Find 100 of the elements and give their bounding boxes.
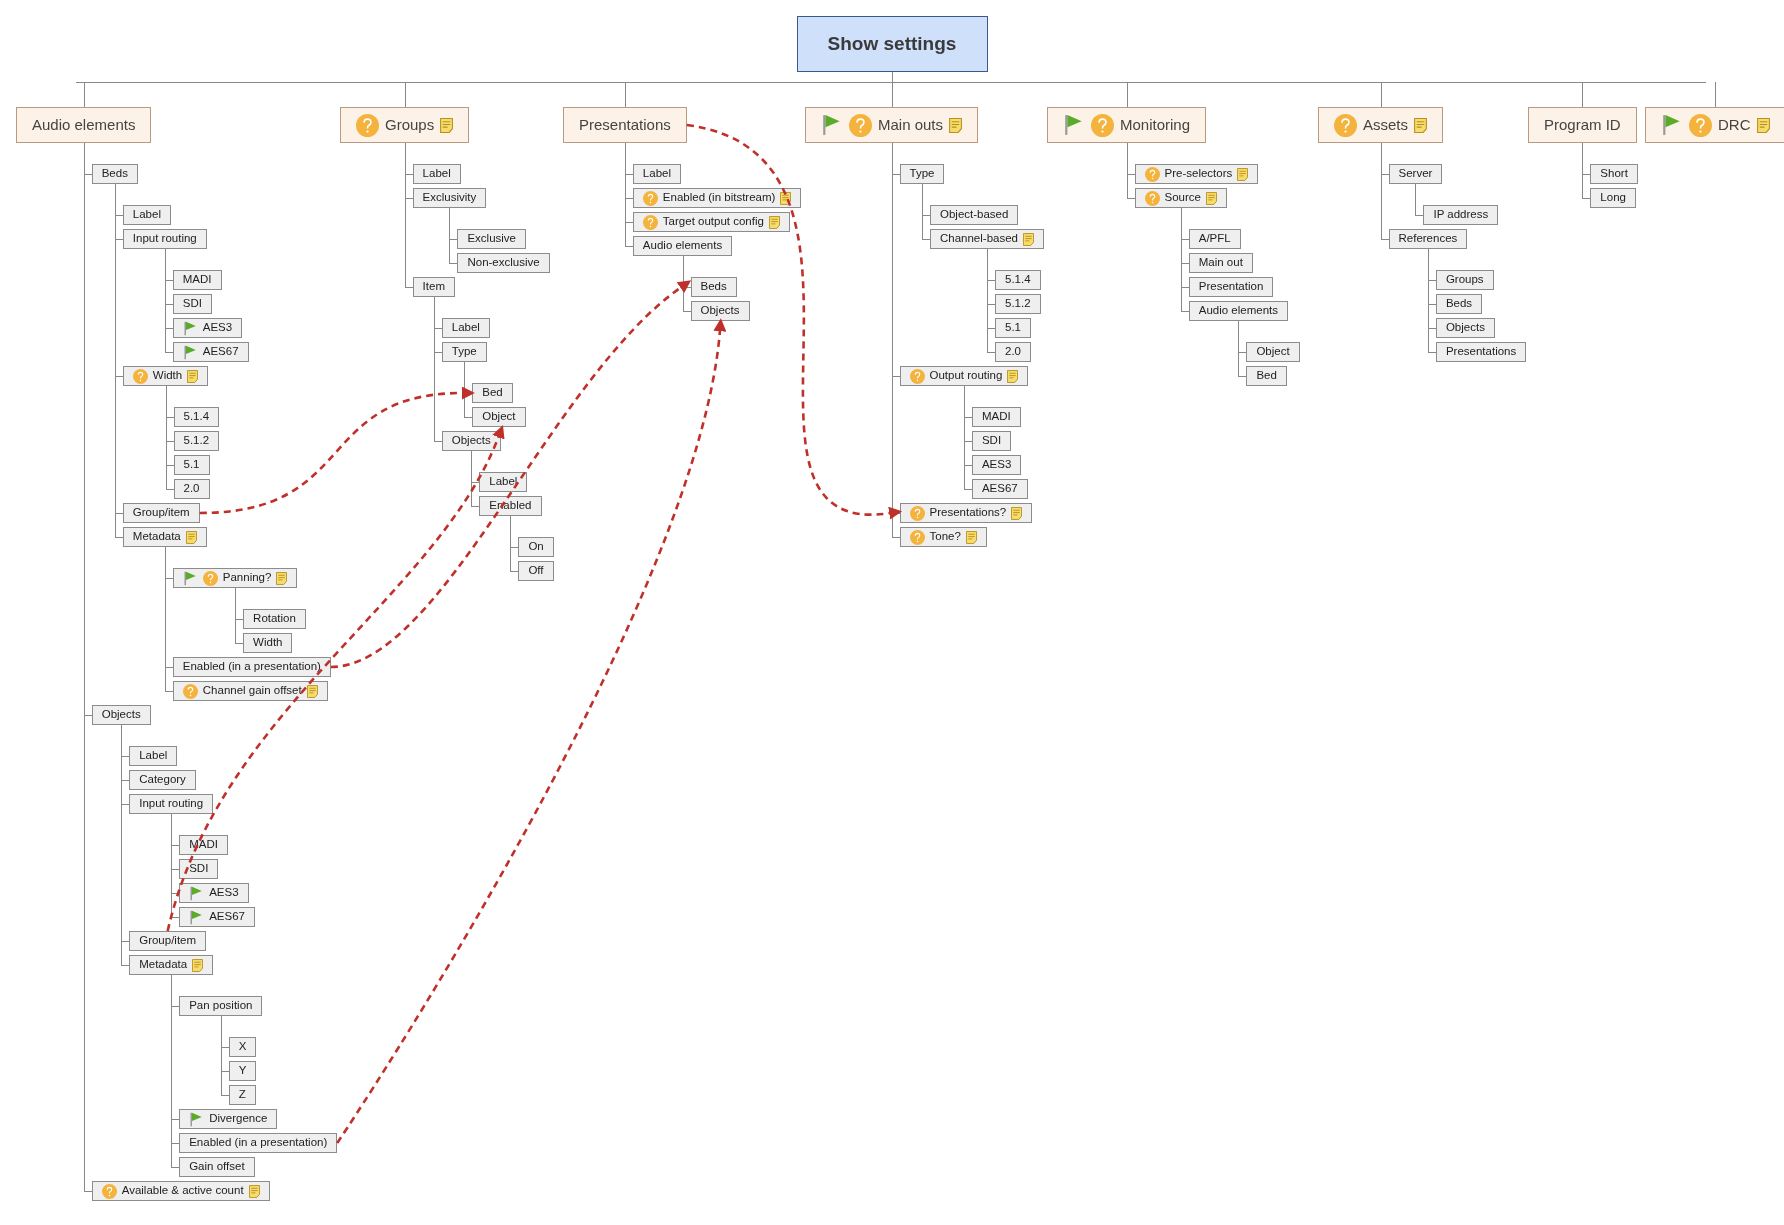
subtopic[interactable]: Input routing xyxy=(122,229,207,249)
subtopic[interactable]: AES3 xyxy=(172,318,243,338)
subtopic[interactable]: Tone? xyxy=(899,527,987,547)
subtopic[interactable]: Y xyxy=(228,1061,257,1081)
subtopic[interactable]: 5.1 xyxy=(995,318,1031,338)
subtopic[interactable]: On xyxy=(518,537,554,557)
main-topic[interactable]: Program ID xyxy=(1528,107,1637,143)
subtopic[interactable]: 2.0 xyxy=(173,479,210,499)
main-topic[interactable]: Main outs xyxy=(805,107,979,143)
subtopic[interactable]: Objects xyxy=(1435,318,1495,338)
subtopic[interactable]: Label xyxy=(129,746,178,766)
subtopic[interactable]: 5.1.2 xyxy=(173,431,220,451)
main-topic[interactable]: Presentations xyxy=(563,107,687,143)
subtopic[interactable]: Label xyxy=(441,318,490,338)
subtopic[interactable]: Enabled (in bitstream) xyxy=(632,188,802,208)
subtopic[interactable]: Main out xyxy=(1188,253,1253,273)
subtopic[interactable]: 5.1.2 xyxy=(995,294,1041,314)
subtopic[interactable]: Channel gain offset xyxy=(172,681,328,701)
subtopic[interactable]: AES67 xyxy=(971,479,1028,499)
main-topic[interactable]: Assets xyxy=(1318,107,1443,143)
subtopic[interactable]: Beds xyxy=(91,164,138,184)
subtopic[interactable]: SDI xyxy=(971,431,1012,451)
subtopic[interactable]: Audio elements xyxy=(632,236,733,256)
subtopic[interactable]: MADI xyxy=(172,270,222,290)
subtopic[interactable]: Output routing xyxy=(899,366,1029,386)
subtopic[interactable]: Presentation xyxy=(1188,277,1274,297)
subtopic[interactable]: Label xyxy=(479,472,528,492)
subtopic[interactable]: 5.1 xyxy=(173,455,210,475)
subtopic[interactable]: Bed xyxy=(472,383,513,403)
subtopic[interactable]: Rotation xyxy=(243,609,306,629)
subtopic[interactable]: Long xyxy=(1590,188,1636,208)
subtopic[interactable]: Object xyxy=(472,407,526,427)
subtopic[interactable]: Objects xyxy=(91,705,151,725)
subtopic[interactable]: MADI xyxy=(179,835,228,855)
subtopic[interactable]: Enabled xyxy=(479,496,542,516)
subtopic[interactable]: Type xyxy=(899,164,945,184)
subtopic[interactable]: Exclusivity xyxy=(412,188,487,208)
subtopic[interactable]: Target output config xyxy=(632,212,790,232)
subtopic[interactable]: Off xyxy=(518,561,554,581)
subtopic[interactable]: Type xyxy=(441,342,487,362)
subtopic[interactable]: Source xyxy=(1134,188,1227,208)
subtopic[interactable]: Available & active count xyxy=(91,1181,270,1201)
subtopic[interactable]: SDI xyxy=(172,294,212,314)
subtopic[interactable]: Bed xyxy=(1246,366,1287,386)
main-topic[interactable]: Monitoring xyxy=(1047,107,1207,143)
subtopic[interactable]: Pan position xyxy=(179,996,263,1016)
subtopic[interactable]: Presentations xyxy=(1435,342,1527,362)
subtopic[interactable]: Presentations? xyxy=(899,503,1033,523)
question-icon xyxy=(132,368,148,384)
subtopic[interactable]: Enabled (in a presentation) xyxy=(172,657,331,677)
subtopic[interactable]: Beds xyxy=(1435,294,1483,314)
subtopic[interactable]: Label xyxy=(632,164,681,184)
subtopic[interactable]: X xyxy=(228,1037,257,1057)
central-topic[interactable]: Show settings xyxy=(796,16,988,72)
subtopic[interactable]: Width xyxy=(122,366,209,386)
subtopic[interactable]: Non-exclusive xyxy=(457,253,550,273)
subtopic[interactable]: Metadata xyxy=(122,527,207,547)
subtopic[interactable]: MADI xyxy=(971,407,1021,427)
subtopic[interactable]: Pre-selectors xyxy=(1134,164,1259,184)
subtopic[interactable]: Input routing xyxy=(129,794,214,814)
subtopic[interactable]: SDI xyxy=(179,859,219,879)
subtopic[interactable]: Server xyxy=(1388,164,1443,184)
subtopic[interactable]: AES3 xyxy=(179,883,249,903)
subtopic[interactable]: 2.0 xyxy=(995,342,1031,362)
subtopic[interactable]: Object-based xyxy=(930,205,1019,225)
subtopic[interactable]: Exclusive xyxy=(457,229,526,249)
subtopic[interactable]: Objects xyxy=(690,301,750,321)
subtopic[interactable]: Label xyxy=(412,164,461,184)
subtopic[interactable]: Category xyxy=(129,770,196,790)
subtopic[interactable]: AES67 xyxy=(172,342,249,362)
subtopic[interactable]: Groups xyxy=(1435,270,1494,290)
subtopic[interactable]: Metadata xyxy=(129,955,214,975)
main-topic[interactable]: DRC xyxy=(1645,107,1784,143)
note-icon xyxy=(248,1184,260,1198)
subtopic[interactable]: Object xyxy=(1246,342,1300,362)
subtopic[interactable]: Panning? xyxy=(172,568,298,588)
subtopic[interactable]: Gain offset xyxy=(179,1157,255,1177)
subtopic[interactable]: A/PFL xyxy=(1188,229,1241,249)
subtopic[interactable]: Audio elements xyxy=(1188,301,1288,321)
main-topic[interactable]: Groups xyxy=(340,107,470,143)
subtopic[interactable]: Objects xyxy=(441,431,501,451)
subtopic[interactable]: 5.1.4 xyxy=(173,407,220,427)
main-topic[interactable]: Audio elements xyxy=(16,107,152,143)
subtopic[interactable]: Short xyxy=(1590,164,1638,184)
subtopic[interactable]: 5.1.4 xyxy=(995,270,1041,290)
subtopic[interactable]: Group/item xyxy=(129,931,207,951)
subtopic[interactable]: IP address xyxy=(1423,205,1499,225)
subtopic[interactable]: Label xyxy=(122,205,171,225)
subtopic[interactable]: Z xyxy=(228,1085,256,1105)
subtopic[interactable]: Item xyxy=(412,277,455,297)
subtopic[interactable]: Enabled (in a presentation) xyxy=(179,1133,338,1153)
subtopic[interactable]: Width xyxy=(243,633,293,653)
subtopic[interactable]: Channel-based xyxy=(930,229,1044,249)
note-icon xyxy=(1023,232,1034,246)
subtopic[interactable]: Beds xyxy=(690,277,737,297)
subtopic[interactable]: Group/item xyxy=(122,503,200,523)
subtopic[interactable]: References xyxy=(1388,229,1468,249)
subtopic[interactable]: Divergence xyxy=(179,1109,278,1129)
subtopic[interactable]: AES3 xyxy=(971,455,1022,475)
subtopic[interactable]: AES67 xyxy=(179,907,255,927)
